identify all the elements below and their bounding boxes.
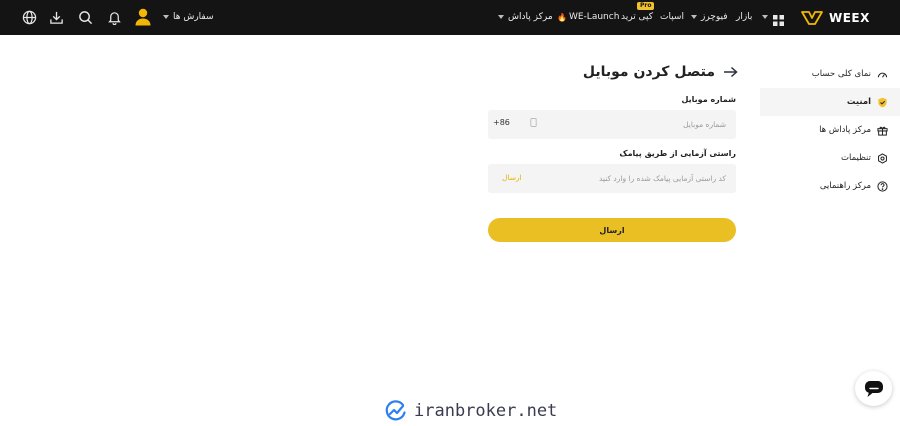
chevron-down-icon <box>163 15 169 19</box>
chart-growth-icon <box>385 400 406 421</box>
orders-menu[interactable]: سفارش ها <box>163 9 214 25</box>
sidebar-item-rewards-center[interactable]: مرکز پاداش ها <box>760 116 900 144</box>
pro-badge: Pro <box>637 2 655 10</box>
nav-market-label: بازار <box>736 12 753 22</box>
page-title: متصل کردن موبایل <box>582 64 715 80</box>
nav-spot[interactable]: اسپات <box>660 9 684 25</box>
nav-futures-label: فیوچرز <box>701 12 728 22</box>
send-code-link[interactable]: ارسال <box>502 173 522 182</box>
sms-verification-label: راستی آزمایی از طریق پیامک <box>619 149 736 158</box>
sidebar-item-label: نمای کلی حساب <box>811 69 871 79</box>
brand-logo[interactable]: WEEX <box>800 8 870 27</box>
nav-rewards[interactable]: مرکز پاداش <box>498 9 553 25</box>
watermark-text: iranbroker.net <box>414 401 558 421</box>
sidebar-item-security[interactable]: امنیت <box>760 88 900 116</box>
chevron-down-icon <box>762 15 768 19</box>
nav-rewards-label: مرکز پاداش <box>508 12 553 22</box>
account-sidebar: نمای کلی حساب امنیت مرکز پاداش ها تنظیما… <box>760 60 900 200</box>
country-code: +86 <box>493 118 510 127</box>
apps-grid-icon[interactable] <box>773 11 784 26</box>
nav-copy-trade[interactable]: کپی ترید <box>621 9 653 25</box>
nav-more[interactable] <box>762 9 772 25</box>
nav-spot-label: اسپات <box>660 12 684 22</box>
nav-copy-trade-label: کپی ترید <box>621 12 654 22</box>
dashboard-icon <box>877 72 888 78</box>
globe-icon[interactable] <box>21 9 38 26</box>
top-navigation-bar: سفارش ها مرکز پاداش 🔥 WE-Launch کپی ترید… <box>0 0 900 35</box>
nav-we-launch[interactable]: 🔥 WE-Launch <box>557 9 619 25</box>
shield-check-icon <box>878 97 887 107</box>
search-icon[interactable] <box>77 9 94 26</box>
chat-icon <box>864 380 883 397</box>
sidebar-item-help-center[interactable]: مرکز راهنمایی <box>760 172 900 200</box>
gift-icon <box>877 126 888 136</box>
sidebar-item-account-overview[interactable]: نمای کلی حساب <box>760 60 900 88</box>
country-code-selector[interactable]: +86 <box>493 118 537 127</box>
nav-futures[interactable]: فیوچرز <box>691 9 728 25</box>
bell-icon[interactable] <box>106 9 123 26</box>
orders-label: سفارش ها <box>173 12 214 22</box>
support-chat-button[interactable] <box>855 371 892 406</box>
nav-market[interactable]: بازار <box>736 9 752 25</box>
chevron-down-icon <box>498 15 504 19</box>
sms-code-field: ارسال <box>488 164 736 193</box>
phone-field: +86 <box>488 110 736 139</box>
phone-icon <box>530 118 537 127</box>
page-title-row: متصل کردن موبایل <box>560 62 738 82</box>
phone-number-input[interactable] <box>548 110 726 139</box>
download-icon[interactable] <box>48 9 65 26</box>
sidebar-item-label: مرکز پاداش ها <box>819 125 871 135</box>
help-icon <box>877 180 888 192</box>
brand-name: WEEX <box>829 10 870 25</box>
settings-icon <box>878 152 887 164</box>
watermark: iranbroker.net <box>384 398 557 424</box>
submit-button[interactable]: ارسال <box>488 218 736 242</box>
phone-field-label: شماره موبایل <box>681 95 736 104</box>
sidebar-item-label: تنظیمات <box>841 153 871 163</box>
sidebar-item-label: مرکز راهنمایی <box>819 181 871 191</box>
chevron-down-icon <box>691 15 697 19</box>
weex-logo-icon <box>801 10 823 25</box>
sms-code-input[interactable] <box>548 164 726 193</box>
nav-we-launch-label: WE-Launch <box>568 12 620 22</box>
sidebar-item-label: امنیت <box>846 97 871 107</box>
sidebar-item-settings[interactable]: تنظیمات <box>760 144 900 172</box>
arrow-right-icon[interactable] <box>723 66 738 78</box>
fire-icon: 🔥 <box>557 12 567 22</box>
user-icon[interactable] <box>135 8 151 26</box>
